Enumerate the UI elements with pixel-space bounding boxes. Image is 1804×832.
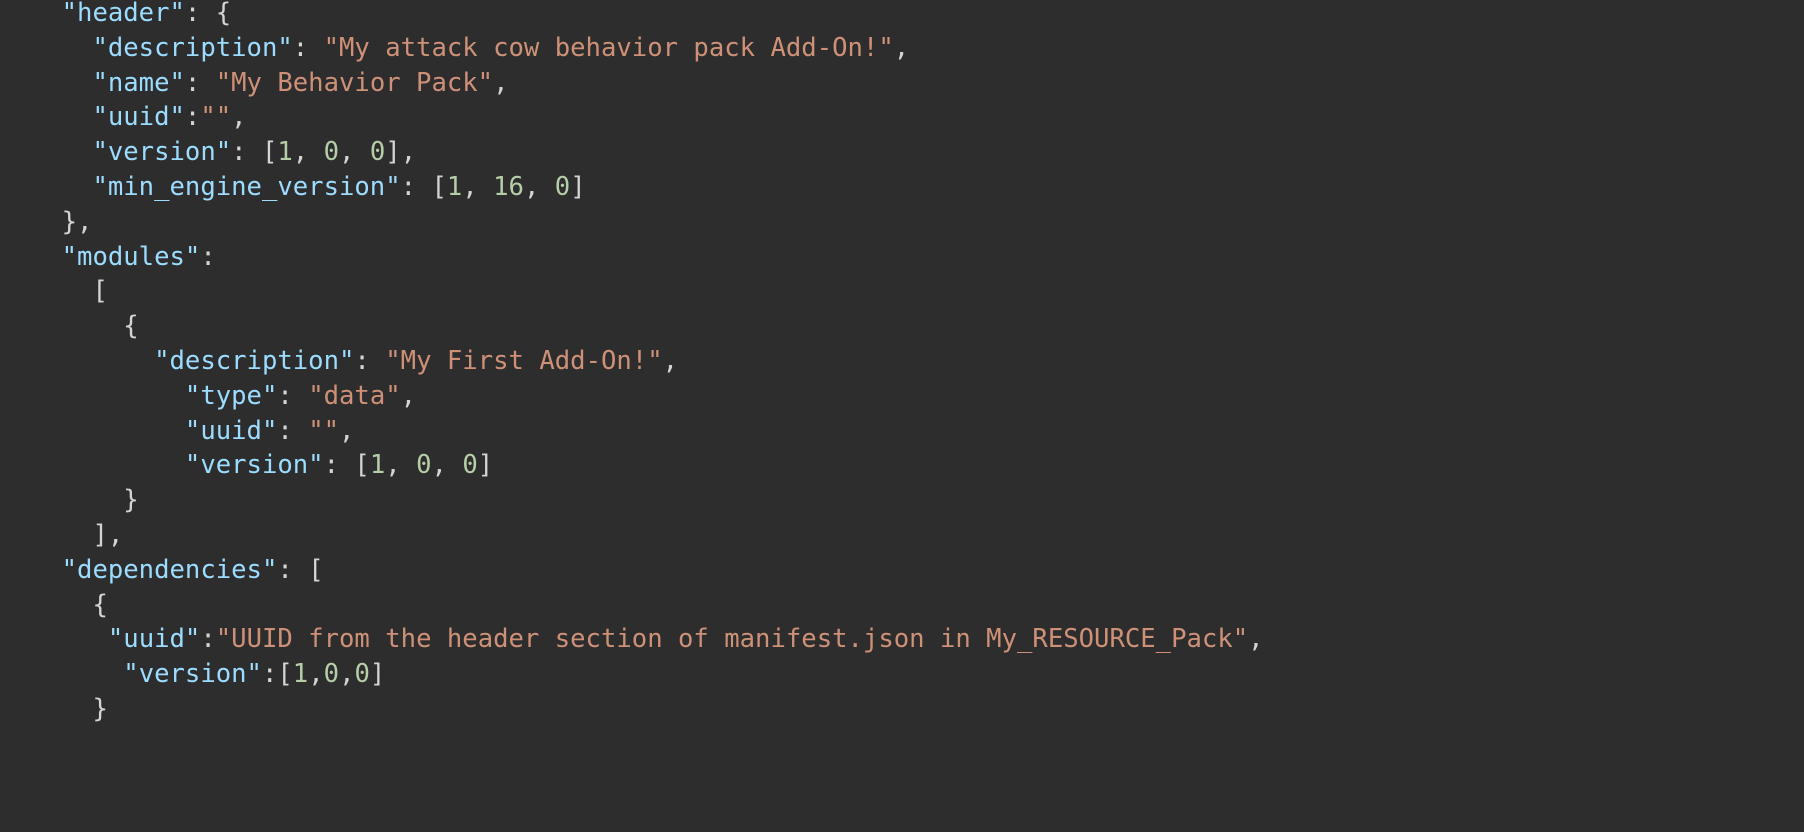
punctuation: { bbox=[123, 311, 139, 342]
json-key: "description" bbox=[154, 346, 355, 376]
punctuation: : [ bbox=[323, 450, 370, 481]
json-key: "version" bbox=[92, 137, 232, 168]
punctuation: ] bbox=[477, 450, 494, 481]
json-key: "min_engine_version" bbox=[92, 172, 401, 202]
punctuation: , bbox=[400, 380, 417, 411]
punctuation: , bbox=[1248, 624, 1264, 655]
number-value: 16 bbox=[493, 172, 524, 202]
json-key: "version" bbox=[184, 450, 324, 481]
json-key: "version" bbox=[123, 659, 262, 690]
punctuation: : [ bbox=[231, 137, 278, 168]
punctuation: : [ bbox=[400, 172, 447, 202]
string-value: "UUID from the header section of manifes… bbox=[215, 624, 1249, 655]
punctuation: ] bbox=[369, 659, 386, 690]
number-value: 0 bbox=[462, 450, 478, 481]
punctuation: : bbox=[200, 241, 216, 272]
punctuation: , bbox=[431, 450, 463, 481]
string-value: "data" bbox=[308, 380, 401, 411]
json-key: "modules" bbox=[61, 241, 201, 272]
punctuation: , bbox=[339, 659, 355, 690]
punctuation: { bbox=[92, 589, 108, 620]
punctuation: : bbox=[184, 67, 216, 98]
string-value: "My attack cow behavior pack Add-On!" bbox=[323, 32, 894, 63]
json-key: "description" bbox=[92, 32, 293, 63]
punctuation: : bbox=[277, 380, 309, 411]
number-value: 0 bbox=[554, 172, 571, 202]
punctuation: ] bbox=[570, 172, 586, 202]
string-value: "My Behavior Pack" bbox=[215, 67, 494, 98]
punctuation: :[ bbox=[261, 659, 293, 690]
json-key: "uuid" bbox=[92, 102, 185, 133]
number-value: 1 bbox=[277, 137, 293, 168]
json-key: "name" bbox=[92, 67, 185, 98]
code-line: } bbox=[0, 689, 108, 729]
punctuation: ], bbox=[92, 520, 124, 550]
punctuation: , bbox=[893, 32, 910, 63]
string-value: "" bbox=[200, 102, 232, 133]
punctuation: : bbox=[200, 624, 216, 655]
string-value: "" bbox=[308, 415, 340, 446]
punctuation: , bbox=[523, 172, 555, 202]
json-key: "header" bbox=[61, 0, 185, 28]
punctuation: , bbox=[493, 67, 509, 98]
punctuation: }, bbox=[61, 206, 93, 237]
json-key: "uuid" bbox=[184, 415, 278, 446]
string-value: "My First Add-On!" bbox=[385, 346, 663, 376]
punctuation: , bbox=[662, 346, 679, 376]
json-key: "type" bbox=[184, 380, 278, 411]
punctuation: : bbox=[292, 32, 324, 63]
code-editor[interactable]: "header": { "description": "My attack co… bbox=[0, 0, 1804, 832]
punctuation: } bbox=[123, 485, 139, 516]
punctuation: : bbox=[184, 102, 201, 133]
number-value: 1 bbox=[369, 450, 386, 481]
json-key: "uuid" bbox=[107, 624, 201, 655]
punctuation: : { bbox=[184, 0, 232, 28]
punctuation: } bbox=[92, 694, 108, 724]
number-value: 1 bbox=[292, 659, 309, 690]
punctuation: , bbox=[231, 102, 247, 133]
punctuation: , bbox=[462, 172, 494, 202]
json-key: "dependencies" bbox=[61, 554, 278, 585]
punctuation: : bbox=[354, 346, 386, 376]
punctuation: , bbox=[292, 137, 324, 168]
punctuation: ], bbox=[385, 137, 417, 168]
number-value: 0 bbox=[354, 659, 370, 690]
punctuation: , bbox=[385, 450, 417, 481]
punctuation: : [ bbox=[277, 554, 324, 585]
number-value: 0 bbox=[323, 659, 340, 690]
punctuation: , bbox=[308, 659, 324, 690]
punctuation: , bbox=[339, 415, 355, 446]
number-value: 0 bbox=[369, 137, 386, 168]
number-value: 0 bbox=[416, 450, 432, 481]
number-value: 1 bbox=[446, 172, 463, 202]
punctuation: : bbox=[277, 415, 309, 446]
punctuation: , bbox=[339, 137, 370, 168]
number-value: 0 bbox=[323, 137, 340, 168]
punctuation: [ bbox=[92, 276, 108, 307]
